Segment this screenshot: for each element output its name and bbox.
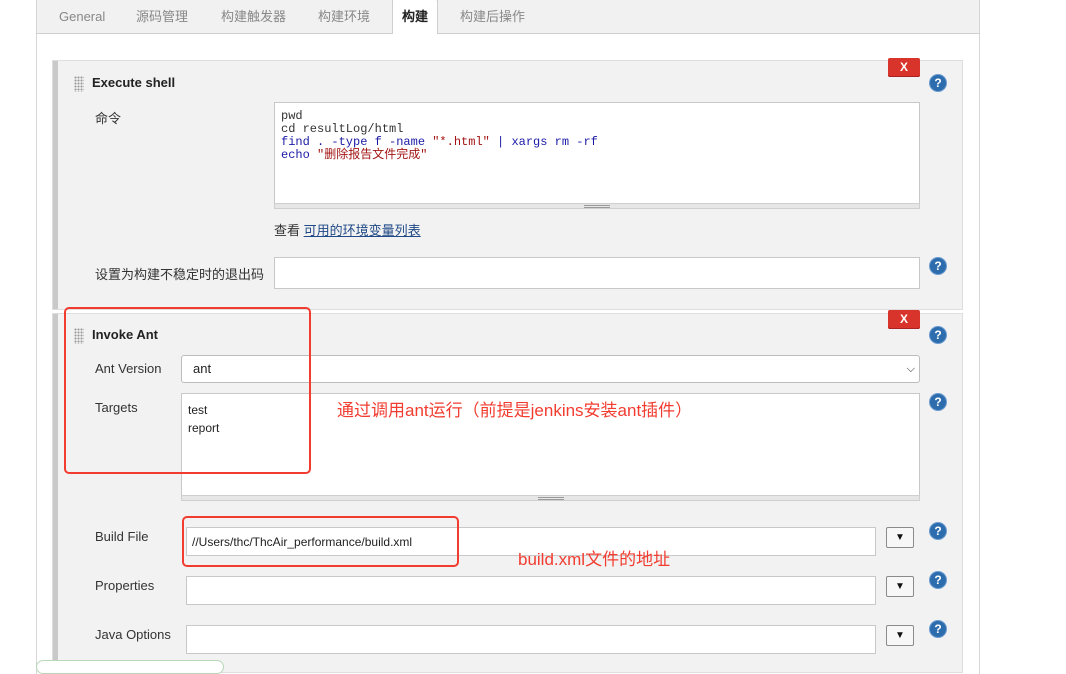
delete-ant-step-button[interactable]: X	[888, 310, 920, 329]
tab-build[interactable]: 构建	[392, 0, 438, 35]
help-icon[interactable]: ?	[930, 572, 946, 588]
step-left-bar	[53, 314, 58, 672]
command-editor[interactable]: pwd cd resultLog/html find . -type f -name…	[274, 102, 920, 205]
java-options-expand-button[interactable]: ▼	[886, 625, 914, 646]
env-vars-prefix: 查看	[274, 223, 301, 238]
build-file-label: Build File	[95, 529, 149, 544]
tab-build-environment[interactable]: 构建环境	[318, 0, 370, 34]
command-resize-handle[interactable]	[274, 203, 920, 209]
annotation-build-file-note: build.xml文件的地址	[518, 550, 671, 569]
bottom-status-pill	[36, 660, 224, 674]
annotation-box-build-file	[182, 516, 459, 567]
java-options-label: Java Options	[95, 627, 171, 642]
annotation-box-ant-fields	[64, 307, 311, 474]
delete-shell-step-button[interactable]: X	[888, 58, 920, 77]
help-icon[interactable]: ?	[930, 523, 946, 539]
properties-expand-button[interactable]: ▼	[886, 576, 914, 597]
config-tab-bar: General 源码管理 构建触发器 构建环境 构建 构建后操作	[36, 0, 980, 35]
help-icon[interactable]: ?	[930, 621, 946, 637]
build-file-expand-button[interactable]: ▼	[886, 527, 914, 548]
command-line: echo "删除报告文件完成"	[281, 148, 428, 162]
step-left-bar	[53, 61, 58, 309]
properties-label: Properties	[95, 578, 155, 593]
chevron-down-icon: ⌵	[906, 363, 915, 375]
tab-general[interactable]: General	[59, 0, 105, 34]
tab-post-build-actions[interactable]: 构建后操作	[460, 0, 525, 34]
properties-input[interactable]	[186, 576, 876, 605]
exit-code-input[interactable]	[274, 257, 920, 289]
help-icon[interactable]: ?	[930, 327, 946, 343]
help-icon[interactable]: ?	[930, 258, 946, 274]
exit-code-label: 设置为构建不稳定时的退出码	[95, 267, 265, 282]
help-icon[interactable]: ?	[930, 75, 946, 91]
drag-handle-icon[interactable]	[74, 76, 84, 92]
execute-shell-title: Execute shell	[92, 75, 176, 90]
annotation-ant-note: 通过调用ant运行（前提是jenkins安装ant插件）	[337, 401, 693, 420]
targets-resize-handle[interactable]	[181, 495, 920, 501]
tab-build-triggers[interactable]: 构建触发器	[221, 0, 286, 34]
env-vars-hint: 查看 可用的环境变量列表	[274, 220, 421, 239]
env-vars-link[interactable]: 可用的环境变量列表	[304, 223, 421, 238]
java-options-input[interactable]	[186, 625, 876, 654]
help-icon[interactable]: ?	[930, 394, 946, 410]
tab-source-management[interactable]: 源码管理	[136, 0, 188, 34]
command-label: 命令	[95, 111, 122, 126]
